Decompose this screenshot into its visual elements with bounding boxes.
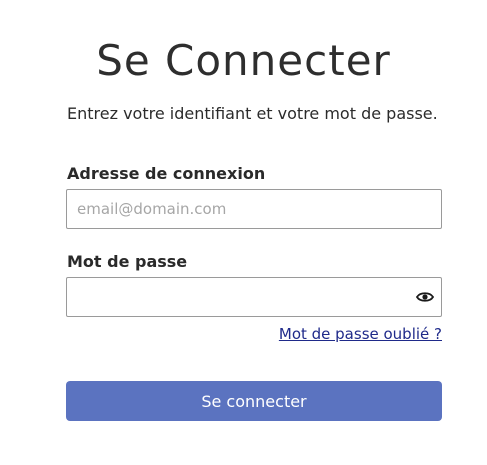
- email-label: Adresse de connexion: [67, 164, 266, 183]
- login-form: Se Connecter Entrez votre identifiant et…: [0, 0, 487, 465]
- password-field-wrapper: [66, 277, 442, 317]
- eye-icon: [416, 292, 434, 302]
- forgot-password-link[interactable]: Mot de passe oublié ?: [279, 324, 442, 344]
- password-field[interactable]: [66, 277, 442, 317]
- page-title: Se Connecter: [96, 36, 391, 85]
- login-button[interactable]: Se connecter: [66, 381, 442, 421]
- password-label: Mot de passe: [67, 252, 188, 271]
- email-field[interactable]: [66, 189, 442, 229]
- instructions-text: Entrez votre identifiant et votre mot de…: [67, 104, 438, 123]
- show-password-button[interactable]: [414, 287, 436, 307]
